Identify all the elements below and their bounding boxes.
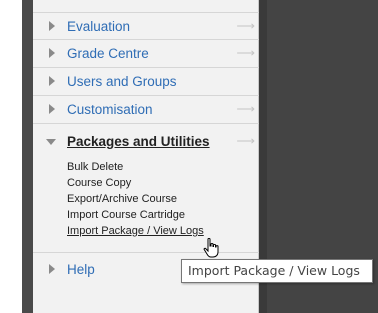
packages-utilities-submenu: Bulk Delete Course Copy Export/Archive C… [33, 157, 259, 253]
menu-item-label[interactable]: Evaluation [67, 19, 130, 34]
menu-item-customisation[interactable]: Customisation ⟶ [33, 96, 259, 124]
arrow-right-icon[interactable]: ⟶ [236, 133, 255, 149]
menu-item-label[interactable]: Users and Groups [67, 74, 177, 89]
arrow-right-icon[interactable]: ⟶ [236, 18, 255, 34]
menu-item-grade-centre[interactable]: Grade Centre ⟶ [33, 40, 259, 68]
arrow-right-icon[interactable]: ⟶ [236, 101, 255, 117]
menu-item-evaluation[interactable]: Evaluation ⟶ [33, 12, 259, 40]
submenu-link-import-cartridge[interactable]: Import Course Cartridge [67, 209, 185, 221]
menu-item-label[interactable]: Grade Centre [67, 46, 149, 61]
submenu-link-export-archive[interactable]: Export/Archive Course [67, 193, 177, 205]
submenu-link-import-package[interactable]: Import Package / View Logs [67, 225, 204, 237]
menu-item-packages-and-utilities[interactable]: Packages and Utilities ⟶ [33, 128, 259, 156]
left-divider [22, 0, 33, 313]
expand-triangle-icon[interactable] [49, 104, 55, 114]
tooltip: Import Package / View Logs [181, 259, 373, 283]
menu-item-label[interactable]: Customisation [67, 102, 153, 117]
expand-triangle-icon[interactable] [49, 76, 55, 86]
arrow-right-icon[interactable]: ⟶ [236, 45, 255, 61]
menu-item-label[interactable]: Help [67, 262, 95, 277]
submenu-link-bulk-delete[interactable]: Bulk Delete [67, 161, 123, 173]
page-edge [0, 0, 22, 313]
menu-item-users-and-groups[interactable]: Users and Groups [33, 68, 259, 96]
menu-item-label[interactable]: Packages and Utilities [67, 134, 210, 149]
expand-triangle-icon[interactable] [49, 21, 55, 31]
hand-pointer-cursor-icon [203, 238, 219, 258]
collapse-triangle-icon[interactable] [46, 139, 56, 145]
submenu-link-course-copy[interactable]: Course Copy [67, 177, 131, 189]
expand-triangle-icon[interactable] [49, 264, 55, 274]
expand-triangle-icon[interactable] [49, 48, 55, 58]
